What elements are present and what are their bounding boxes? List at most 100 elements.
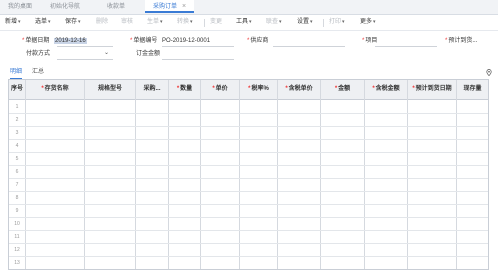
col-header-quantity[interactable]: *数量 xyxy=(169,80,200,99)
col-header-expected-date[interactable]: *预计到货日期 xyxy=(408,80,456,99)
save-button[interactable]: 保存▾ xyxy=(65,15,81,30)
col-header-tax-incl-price[interactable]: *含税单价 xyxy=(278,80,320,99)
col-header-amount[interactable]: *金额 xyxy=(321,80,364,99)
row-divider xyxy=(9,126,488,127)
col-header-tax-incl-price-label: 含税单价 xyxy=(288,86,313,92)
row-number: 4 xyxy=(15,143,19,149)
chevron-down-icon: ▾ xyxy=(160,19,163,25)
column-divider xyxy=(239,80,240,269)
expected-arrival-field[interactable]: *预计到货... xyxy=(445,36,477,46)
chevron-down-icon: ▾ xyxy=(190,19,193,25)
column-divider xyxy=(135,80,136,269)
col-header-stock[interactable]: 现存量 xyxy=(457,80,488,99)
row-divider xyxy=(9,243,488,244)
delete-button[interactable]: 删除 xyxy=(96,15,108,30)
link-query-button[interactable]: 联查▾ xyxy=(266,15,282,30)
tab-init-guide[interactable]: 初始化导航 xyxy=(50,0,80,14)
row-number: 6 xyxy=(15,169,19,175)
project-underline xyxy=(375,46,437,47)
column-divider xyxy=(407,80,408,269)
row-divider xyxy=(9,152,488,153)
col-header-purchase-unit[interactable]: 采购... xyxy=(136,80,168,99)
new-button[interactable]: 新增▾ xyxy=(5,15,21,30)
deposit-field[interactable]: 订金金额 xyxy=(136,49,160,59)
col-header-purchase-unit-label: 采购... xyxy=(143,86,161,92)
tab-my-desktop[interactable]: 我的桌面 xyxy=(8,0,32,14)
required-marker: * xyxy=(412,86,415,92)
row-divider xyxy=(9,178,488,179)
col-header-seq-label: 序号 xyxy=(10,86,23,92)
doc-date-label: 单据日期 xyxy=(25,38,50,44)
generate-button[interactable]: 生单▾ xyxy=(147,15,163,30)
row-number: 2 xyxy=(15,117,19,123)
row-number: 11 xyxy=(14,234,20,240)
doc-date-underline xyxy=(57,46,113,47)
required-marker: * xyxy=(334,86,338,92)
doc-date-field: *单据日期 2019-12-16 xyxy=(22,36,87,46)
col-header-item-name[interactable]: *存货名称 xyxy=(26,80,84,99)
subtab-detail[interactable]: 明细 xyxy=(10,67,23,79)
select-source-button[interactable]: 选单▾ xyxy=(35,15,51,30)
toolbar-divider xyxy=(204,19,205,27)
col-header-unit-price[interactable]: *单价 xyxy=(201,80,239,99)
change-button[interactable]: 变更 xyxy=(210,15,222,30)
column-divider xyxy=(84,80,85,269)
chevron-down-icon: ▾ xyxy=(342,19,345,25)
chevron-down-icon: ▾ xyxy=(373,19,376,25)
col-header-expected-date-label: 预计到货日期 xyxy=(415,86,452,92)
column-divider xyxy=(456,80,457,269)
project-label: 项目 xyxy=(365,38,378,44)
settings-button[interactable]: 设置▾ xyxy=(297,15,313,30)
col-header-spec[interactable]: 规格型号 xyxy=(85,80,135,99)
audit-button[interactable]: 审核 xyxy=(121,15,133,30)
chevron-down-icon: ▾ xyxy=(78,19,81,25)
doc-no-input[interactable]: PO-2019-12-0001 xyxy=(162,38,210,44)
row-number: 9 xyxy=(15,208,19,214)
required-marker: * xyxy=(176,86,180,92)
supplier-field[interactable]: *供应商 xyxy=(247,36,268,46)
print-button[interactable]: 打印▾ xyxy=(329,15,345,30)
toolbar-divider xyxy=(323,19,324,27)
col-header-amount-label: 金额 xyxy=(338,86,351,92)
tab-receipt[interactable]: 收款单 xyxy=(107,0,125,14)
subtab-summary[interactable]: 汇总 xyxy=(32,67,44,78)
column-divider xyxy=(25,80,26,269)
location-pin-icon[interactable] xyxy=(486,69,492,76)
required-marker: * xyxy=(130,38,133,44)
select-source-label: 选单 xyxy=(35,19,48,25)
detail-table: 序号 *存货名称 规格型号 采购... *数量 *单价 *税率% *含税单价 *… xyxy=(8,79,489,270)
row-number: 5 xyxy=(15,156,19,162)
tools-button[interactable]: 工具▾ xyxy=(236,15,252,30)
deposit-underline xyxy=(162,59,234,60)
required-marker: * xyxy=(41,86,44,92)
col-header-tax-rate[interactable]: *税率% xyxy=(240,80,277,99)
row-divider xyxy=(9,256,488,257)
payment-method-field[interactable]: 付款方式 xyxy=(26,49,50,59)
supplier-underline xyxy=(273,46,345,47)
payment-method-underline xyxy=(57,59,113,60)
required-marker: * xyxy=(247,38,250,44)
payment-method-label: 付款方式 xyxy=(26,51,51,57)
required-marker: * xyxy=(212,86,215,92)
row-number: 13 xyxy=(14,260,20,266)
row-divider xyxy=(9,217,488,218)
chevron-down-icon: ▾ xyxy=(18,19,21,25)
col-header-tax-incl-amount[interactable]: *含税金额 xyxy=(365,80,407,99)
tab-purchase-order-label: 采购订单 xyxy=(153,4,178,10)
more-button[interactable]: 更多▾ xyxy=(360,15,376,30)
settings-label: 设置 xyxy=(297,19,310,25)
chevron-down-icon: ▾ xyxy=(249,19,252,25)
col-header-tax-rate-label: 税率% xyxy=(251,86,269,92)
project-field[interactable]: *项目 xyxy=(362,36,377,46)
doc-no-field: *单据编号 PO-2019-12-0001 xyxy=(130,36,210,46)
col-header-spec-label: 规格型号 xyxy=(97,86,122,92)
row-divider xyxy=(9,139,488,140)
convert-button[interactable]: 转换▾ xyxy=(177,15,193,30)
doc-date-input[interactable]: 2019-12-16 xyxy=(54,38,87,44)
chevron-down-icon[interactable]: ⌄ xyxy=(104,49,109,56)
tab-purchase-order[interactable]: 采购订单 × xyxy=(145,0,195,13)
close-icon[interactable]: × xyxy=(182,3,186,10)
link-query-label: 联查 xyxy=(266,19,279,25)
convert-label: 转换 xyxy=(177,19,190,25)
column-divider xyxy=(168,80,169,269)
